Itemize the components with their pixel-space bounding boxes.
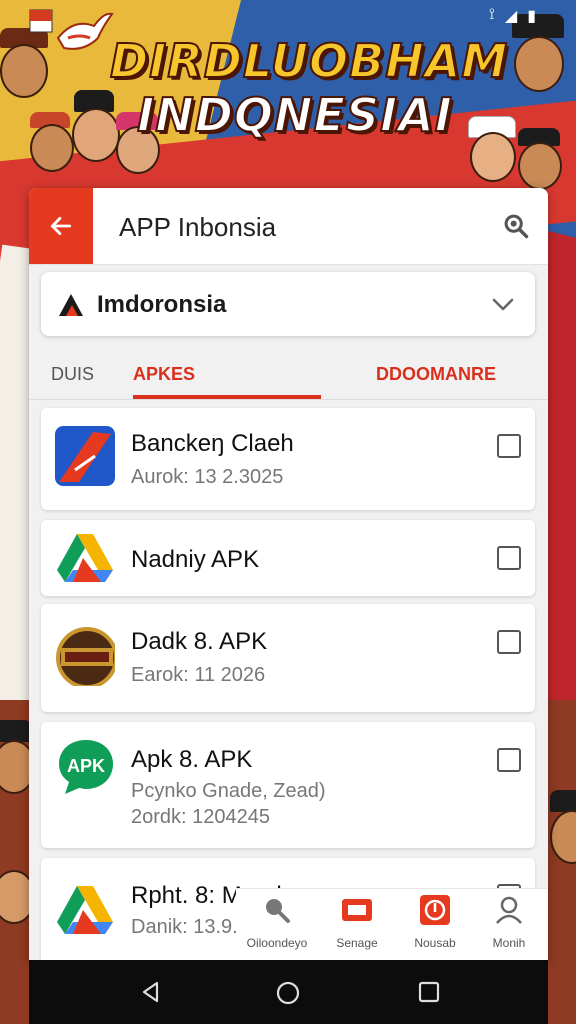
tab-divider	[29, 399, 548, 400]
region-dropdown[interactable]: Imdoronsia	[41, 272, 535, 336]
nav-label: Monih	[492, 936, 526, 950]
item-meta: Earok: 11 2026	[131, 664, 266, 686]
svg-text:APK: APK	[67, 756, 105, 776]
nav-label: Nousab	[414, 936, 456, 950]
drive-app-icon	[55, 528, 115, 588]
character-right-3	[514, 128, 564, 190]
item-checkbox[interactable]	[497, 434, 521, 458]
profile-icon	[496, 896, 522, 924]
character-right-1	[508, 14, 568, 94]
item-meta: Aurok: 13 2.3025	[131, 466, 284, 488]
arrow-left-icon	[50, 217, 72, 235]
back-button[interactable]	[29, 188, 93, 264]
search-icon[interactable]	[502, 212, 530, 240]
nav-label: Oiloondeyo	[246, 936, 308, 950]
dove-icon	[56, 12, 114, 50]
item-meta-2: 2ordk: 1204245	[131, 806, 271, 828]
item-name: Apk 8. APK	[131, 746, 253, 773]
game-badge-icon	[55, 626, 115, 686]
nav-item-monih[interactable]: Monih	[474, 895, 544, 950]
dropdown-selected-value: Imdoronsia	[97, 291, 227, 318]
battery-icon: ▮	[527, 8, 536, 25]
item-name: Banckeŋ Claeh	[131, 430, 294, 457]
nav-item-oiloondeyo[interactable]: Oiloondeyo	[242, 895, 312, 950]
list-item[interactable]: Dadk 8. APK Earok: 11 2026	[41, 604, 535, 712]
wrench-icon	[266, 899, 290, 923]
item-checkbox[interactable]	[497, 546, 521, 570]
nav-label: Senage	[336, 936, 378, 950]
nav-item-nousab[interactable]: Nousab	[400, 895, 470, 950]
banner-line-2: INDQNESIAI	[136, 87, 453, 143]
bottom-navigation: Oiloondeyo Senage Nousab Monih	[236, 888, 548, 961]
item-checkbox[interactable]	[497, 630, 521, 654]
home-circle-icon[interactable]	[275, 980, 301, 1006]
flag-app-icon	[55, 426, 115, 486]
recents-square-icon[interactable]	[417, 980, 441, 1004]
nav-item-senage[interactable]: Senage	[322, 895, 392, 950]
drive-app-icon	[55, 880, 115, 940]
item-checkbox[interactable]	[497, 748, 521, 772]
list-item[interactable]: APK Apk 8. APK Pcynko Gnade, Zead) 2ordk…	[41, 722, 535, 848]
signal-icon: ⟟	[488, 6, 495, 23]
tab-apkes[interactable]: APKES	[133, 364, 195, 385]
app-bar: APP Inbonsia	[29, 188, 548, 265]
status-bar: ⟟ ◢ ▮	[489, 6, 536, 26]
tab-duis[interactable]: DUIS	[51, 364, 94, 385]
app-panel: APP Inbonsia Imdoronsia DUIS APKES DDOOM…	[29, 188, 548, 960]
item-name: Dadk 8. APK	[131, 628, 268, 655]
back-triangle-icon[interactable]	[139, 980, 163, 1004]
wifi-icon: ◢	[504, 8, 518, 25]
item-meta: Pcynko Gnade, Zead)	[131, 780, 326, 802]
app-title: APP Inbonsia	[119, 212, 277, 242]
tab-ddoomanre[interactable]: DDOOMANRE	[376, 364, 496, 385]
banner-line-1: DIRDLUOBHAM	[109, 33, 509, 89]
chevron-down-icon	[492, 298, 514, 311]
tab-bar: DUIS APKES DDOOMANRE	[29, 348, 548, 400]
promo-banner-title: DIRDLUOBHAM INDQNESIAI	[109, 33, 509, 143]
brand-logo-icon	[59, 294, 83, 316]
flag-icon	[29, 9, 53, 33]
apk-bubble-icon: APK	[55, 736, 115, 796]
download-icon	[420, 895, 450, 925]
item-name: Nadniy APK	[131, 546, 260, 573]
system-nav-bar	[29, 960, 548, 1024]
list-item[interactable]: Banckeŋ Claeh Aurok: 13 2.3025	[41, 408, 535, 510]
list-item[interactable]: Nadniy APK	[41, 520, 535, 596]
storage-icon	[342, 899, 372, 921]
